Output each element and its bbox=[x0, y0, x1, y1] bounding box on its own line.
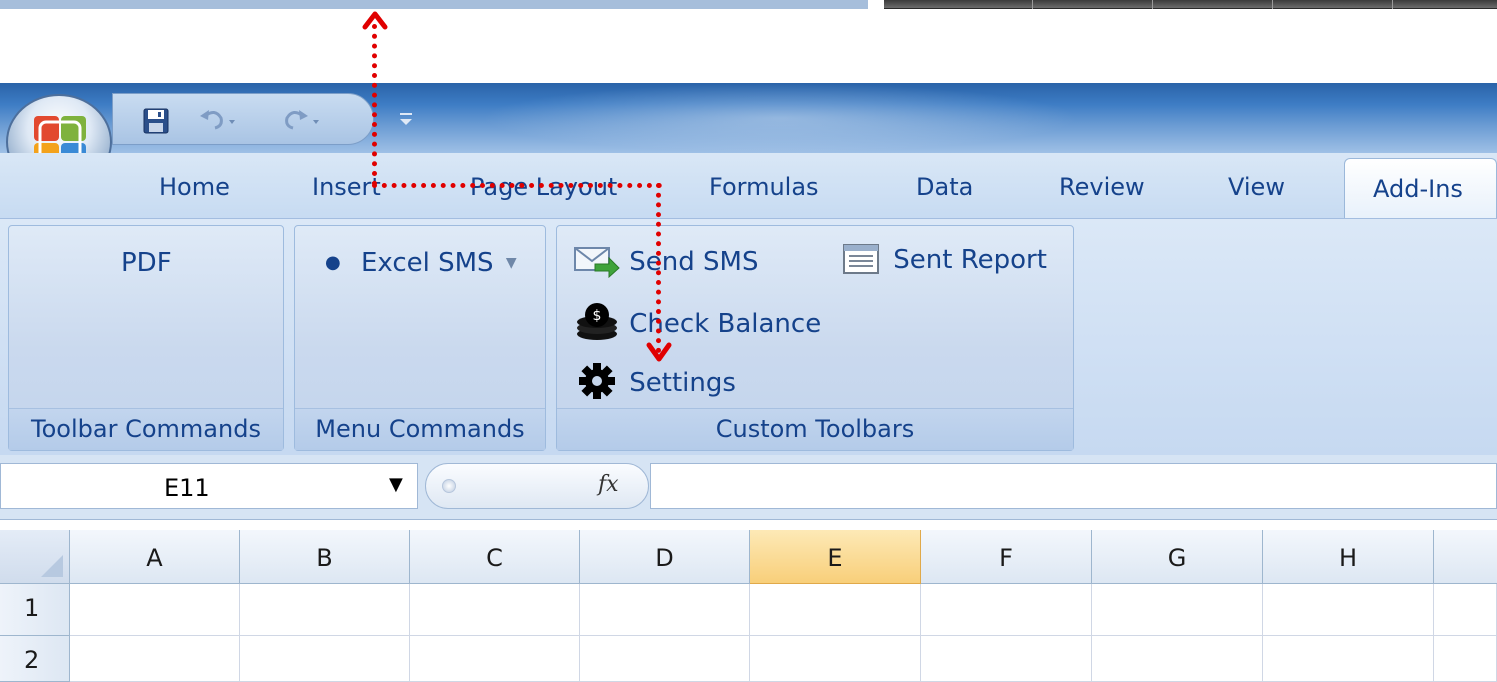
cell[interactable] bbox=[921, 636, 1092, 682]
formula-input[interactable] bbox=[650, 463, 1497, 509]
column-header-c[interactable]: C bbox=[410, 530, 580, 584]
cell[interactable] bbox=[580, 584, 750, 636]
screenshot-root: Home Insert Page Layout Formulas Data Re… bbox=[0, 0, 1497, 682]
customize-qat-icon[interactable] bbox=[398, 110, 414, 132]
column-header-a[interactable]: A bbox=[70, 530, 240, 584]
cell[interactable] bbox=[580, 636, 750, 682]
previous-ribbon-strip bbox=[0, 0, 868, 9]
column-header-b[interactable]: B bbox=[240, 530, 410, 584]
cell[interactable] bbox=[70, 636, 240, 682]
send-sms-icon bbox=[574, 247, 620, 279]
coins-icon: $ bbox=[577, 303, 617, 340]
group-menu-commands: ● Excel SMS ▼ Menu Commands bbox=[294, 225, 546, 451]
excel-sms-label: Excel SMS bbox=[360, 248, 494, 278]
cell[interactable] bbox=[1092, 636, 1263, 682]
name-box-value: E11 bbox=[164, 474, 210, 502]
cell[interactable] bbox=[70, 584, 240, 636]
worksheet-grid: A B C D E F G H 1 2 bbox=[0, 530, 1497, 682]
previous-toolbar-strip bbox=[884, 0, 1497, 9]
cell[interactable] bbox=[921, 584, 1092, 636]
cell[interactable] bbox=[240, 636, 410, 682]
cell[interactable] bbox=[1434, 636, 1497, 682]
name-box-dropdown-icon[interactable]: ▼ bbox=[389, 474, 403, 495]
tab-home[interactable]: Home bbox=[159, 173, 230, 201]
cell[interactable] bbox=[750, 584, 921, 636]
annotation-line-vertical-up bbox=[372, 24, 377, 186]
column-header-d[interactable]: D bbox=[580, 530, 750, 584]
sent-report-button[interactable]: Sent Report bbox=[843, 244, 1047, 275]
send-sms-button[interactable]: Send SMS bbox=[573, 244, 759, 279]
tab-insert[interactable]: Insert bbox=[312, 173, 381, 201]
column-header-next[interactable] bbox=[1434, 530, 1497, 584]
row-header-2[interactable]: 2 bbox=[0, 636, 70, 682]
group-custom-toolbars: Send SMS Sent Report $ Check Balance Set… bbox=[556, 225, 1074, 451]
formula-tools: fx bbox=[425, 463, 649, 509]
name-box[interactable]: E11 ▼ bbox=[0, 463, 418, 509]
undo-icon[interactable] bbox=[197, 106, 241, 138]
sent-report-label: Sent Report bbox=[893, 245, 1047, 275]
excel-sms-menu-button[interactable]: ● Excel SMS ▼ bbox=[325, 248, 517, 278]
tab-data[interactable]: Data bbox=[916, 173, 973, 201]
annotation-line-horizontal bbox=[372, 183, 662, 188]
annotation-line-vertical-down bbox=[656, 183, 661, 353]
cell[interactable] bbox=[1263, 584, 1434, 636]
column-header-g[interactable]: G bbox=[1092, 530, 1263, 584]
settings-label: Settings bbox=[629, 368, 736, 398]
tab-view[interactable]: View bbox=[1228, 173, 1285, 201]
redo-icon[interactable] bbox=[281, 106, 325, 138]
row-header-1[interactable]: 1 bbox=[0, 584, 70, 636]
formula-bar-handle-icon[interactable] bbox=[442, 479, 456, 493]
group-label-menu-commands: Menu Commands bbox=[295, 408, 545, 450]
cell[interactable] bbox=[410, 636, 580, 682]
arrow-up-icon bbox=[362, 11, 388, 30]
formula-bar: E11 ▼ fx bbox=[0, 455, 1497, 530]
arrow-down-icon bbox=[646, 342, 672, 362]
save-icon[interactable] bbox=[143, 108, 169, 138]
group-toolbar-commands: PDF Toolbar Commands bbox=[8, 225, 284, 451]
tab-review[interactable]: Review bbox=[1059, 173, 1145, 201]
tab-add-ins[interactable]: Add-Ins bbox=[1344, 158, 1497, 218]
quick-access-toolbar bbox=[112, 93, 374, 145]
ribbon-tab-row: Home Insert Page Layout Formulas Data Re… bbox=[0, 153, 1497, 218]
cell[interactable] bbox=[1092, 584, 1263, 636]
formula-bar-separator bbox=[0, 519, 1497, 530]
report-icon bbox=[843, 244, 879, 274]
svg-text:$: $ bbox=[593, 308, 602, 324]
column-header-f[interactable]: F bbox=[921, 530, 1092, 584]
column-header-h[interactable]: H bbox=[1263, 530, 1434, 584]
cell[interactable] bbox=[750, 636, 921, 682]
excel-sms-icon: ● bbox=[325, 252, 341, 273]
select-all-button[interactable] bbox=[0, 530, 70, 584]
group-label-custom-toolbars: Custom Toolbars bbox=[557, 408, 1073, 450]
pdf-button[interactable]: PDF bbox=[121, 248, 172, 278]
gear-icon bbox=[579, 363, 615, 399]
column-header-e[interactable]: E bbox=[750, 530, 921, 584]
check-balance-button[interactable]: $ Check Balance bbox=[573, 302, 821, 342]
cell[interactable] bbox=[1434, 584, 1497, 636]
send-sms-label: Send SMS bbox=[629, 247, 759, 277]
cell[interactable] bbox=[410, 584, 580, 636]
insert-function-button[interactable]: fx bbox=[598, 472, 619, 497]
cell[interactable] bbox=[1263, 636, 1434, 682]
ribbon: PDF Toolbar Commands ● Excel SMS ▼ Menu … bbox=[0, 218, 1497, 455]
settings-button[interactable]: Settings bbox=[573, 362, 736, 400]
chevron-down-icon: ▼ bbox=[505, 255, 517, 271]
cell[interactable] bbox=[240, 584, 410, 636]
group-label-toolbar-commands: Toolbar Commands bbox=[9, 408, 283, 450]
tab-formulas[interactable]: Formulas bbox=[709, 173, 819, 201]
